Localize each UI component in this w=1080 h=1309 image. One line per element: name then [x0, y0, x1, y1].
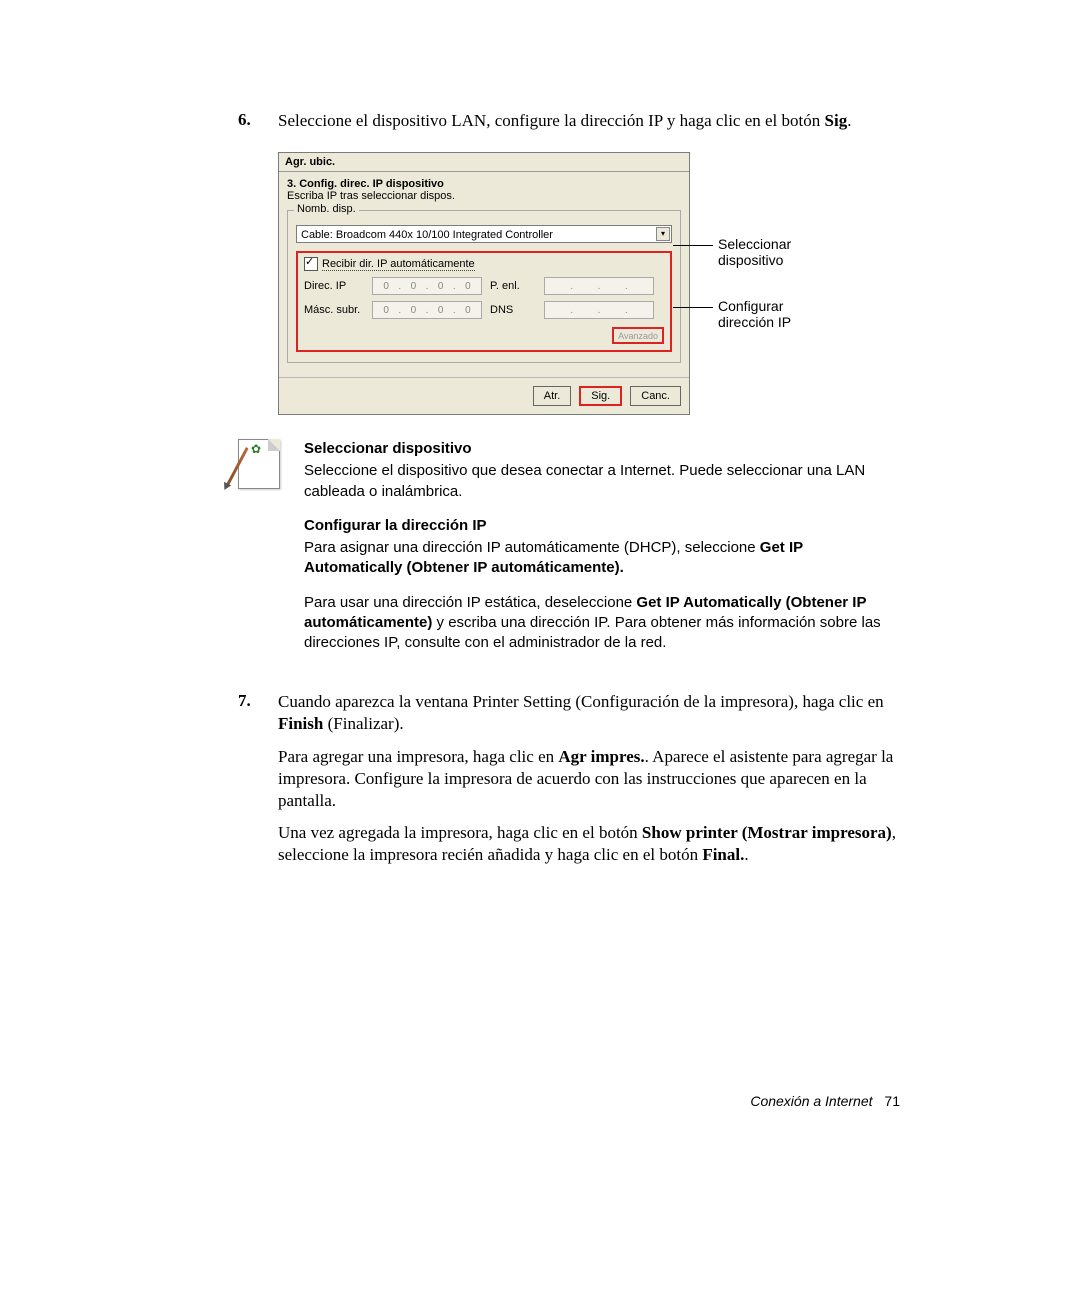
dialog-heading: 3. Config. direc. IP dispositivo [287, 178, 681, 190]
auto-ip-checkbox[interactable] [304, 257, 318, 271]
footer-section: Conexión a Internet [750, 1093, 872, 1109]
label-mask: Másc. subr. [304, 304, 364, 316]
callout-line-ip [673, 307, 713, 308]
note-block: ✿ Seleccionar dispositivo Seleccione el … [238, 439, 900, 667]
advanced-button[interactable]: Avanzado [612, 327, 664, 344]
note-config-p2: Para usar una dirección IP estática, des… [304, 593, 900, 654]
label-dns: DNS [490, 304, 536, 316]
dns-field[interactable]: . . . [544, 301, 654, 319]
callout-select-device: Seleccionar dispositivo [718, 236, 791, 268]
device-dropdown-value: Cable: Broadcom 440x 10/100 Integrated C… [301, 229, 553, 241]
dialog-button-row: Atr. Sig. Canc. [279, 377, 689, 414]
step-6-bold: Sig [825, 111, 848, 130]
device-dropdown[interactable]: Cable: Broadcom 440x 10/100 Integrated C… [296, 225, 672, 243]
note-icon: ✿ [238, 439, 286, 667]
ip-config-section: Recibir dir. IP automáticamente Direc. I… [296, 251, 672, 352]
label-gateway: P. enl. [490, 280, 536, 292]
device-fieldset: Nomb. disp. Cable: Broadcom 440x 10/100 … [287, 210, 681, 363]
note-config-title: Configurar la dirección IP [304, 516, 900, 536]
step-6-text-a: Seleccione el dispositivo LAN, configure… [278, 111, 825, 130]
step-7-p2: Para agregar una impresora, haga clic en… [278, 746, 900, 812]
auto-ip-label: Recibir dir. IP automáticamente [322, 258, 475, 271]
step-number: 6. [238, 110, 278, 132]
dialog-title: Agr. ubic. [279, 153, 689, 172]
page-footer: Conexión a Internet 71 [750, 1093, 900, 1109]
chevron-down-icon[interactable]: ▾ [656, 227, 670, 241]
callout-config-ip: Configurar dirección IP [718, 298, 791, 330]
note-select-text: Seleccione el dispositivo que desea cone… [304, 461, 900, 502]
step-6: 6. Seleccione el dispositivo LAN, config… [238, 110, 900, 132]
dialog-screenshot: Agr. ubic. 3. Config. direc. IP disposit… [278, 152, 900, 415]
footer-page-number: 71 [884, 1093, 900, 1109]
label-ip: Direc. IP [304, 280, 364, 292]
subnet-mask-field[interactable]: 0.0.0.0 [372, 301, 482, 319]
step-7: 7. Cuando aparezca la ventana Printer Se… [238, 691, 900, 866]
step-7-p3: Una vez agregada la impresora, haga clic… [278, 822, 900, 866]
step-number-7: 7. [238, 691, 278, 866]
step-7-p1: Cuando aparezca la ventana Printer Setti… [278, 691, 900, 735]
step-6-text-c: . [847, 111, 851, 130]
ip-address-field[interactable]: 0.0.0.0 [372, 277, 482, 295]
step-6-text: Seleccione el dispositivo LAN, configure… [278, 110, 900, 132]
note-config-p1: Para asignar una dirección IP automática… [304, 538, 900, 579]
dialog-window: Agr. ubic. 3. Config. direc. IP disposit… [278, 152, 690, 415]
device-fieldset-label: Nomb. disp. [294, 203, 359, 215]
note-select-title: Seleccionar dispositivo [304, 439, 900, 459]
next-button[interactable]: Sig. [579, 386, 622, 406]
gateway-field[interactable]: . . . [544, 277, 654, 295]
dialog-subheading: Escriba IP tras seleccionar dispos. [287, 190, 681, 202]
cancel-button[interactable]: Canc. [630, 386, 681, 406]
back-button[interactable]: Atr. [533, 386, 572, 406]
callout-line-device [673, 245, 713, 246]
